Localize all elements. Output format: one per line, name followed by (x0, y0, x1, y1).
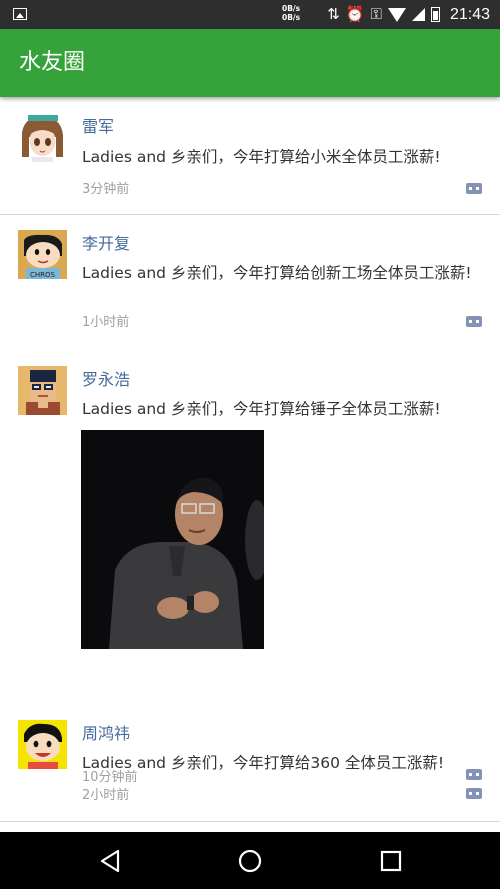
post-author[interactable]: 周鸿祎 (82, 724, 130, 744)
recents-icon[interactable] (378, 848, 404, 874)
net-down-speed: 0B/s (282, 13, 301, 22)
data-arrows-icon: ⇅ (327, 5, 340, 23)
post-divider (0, 214, 500, 215)
avatar[interactable] (18, 720, 67, 769)
post-time: 3分钟前 (82, 182, 130, 197)
app-bar: 水友圈 (0, 29, 500, 97)
post-photo[interactable] (81, 430, 264, 649)
status-bar: 0B/s 0B/s ⇅ ⏰ ⚿ 21:43 (0, 0, 500, 29)
post-author[interactable]: 李开复 (82, 234, 130, 254)
net-up-speed: 0B/s (282, 4, 301, 13)
comment-icon[interactable] (466, 788, 482, 799)
post-content: Ladies and 乡亲们，今年打算给360 全体员工涨薪! (82, 754, 445, 772)
post-divider (0, 821, 500, 822)
home-icon[interactable] (237, 848, 263, 874)
post-content: Ladies and 乡亲们，今年打算给锤子全体员工涨薪! (82, 400, 441, 418)
comment-icon[interactable] (466, 183, 482, 194)
avatar[interactable] (18, 366, 67, 415)
post-time: 2小时前 (82, 788, 130, 803)
page-title: 水友圈 (19, 50, 86, 75)
svg-text:CHROS: CHROS (30, 271, 56, 279)
post-author[interactable]: 罗永浩 (82, 370, 130, 390)
wifi-icon (387, 7, 406, 22)
comment-icon[interactable] (466, 316, 482, 327)
post-content: Ladies and 乡亲们，今年打算给小米全体员工涨薪! (82, 148, 441, 166)
image-icon (13, 8, 27, 20)
post-author[interactable]: 雷军 (82, 117, 114, 137)
avatar[interactable]: CHROS (18, 230, 67, 279)
status-time: 21:43 (449, 5, 490, 23)
avatar[interactable] (18, 113, 67, 162)
signal-icon (411, 8, 425, 21)
post-content: Ladies and 乡亲们，今年打算给创新工场全体员工涨薪! (82, 264, 472, 282)
network-speed: 0B/s 0B/s (282, 4, 300, 22)
navigation-bar (0, 832, 500, 889)
back-icon[interactable] (98, 848, 124, 874)
battery-icon (430, 7, 440, 22)
post-time: 1小时前 (82, 315, 130, 330)
alarm-icon: ⏰ (345, 5, 365, 23)
key-icon: ⚿ (370, 5, 382, 23)
